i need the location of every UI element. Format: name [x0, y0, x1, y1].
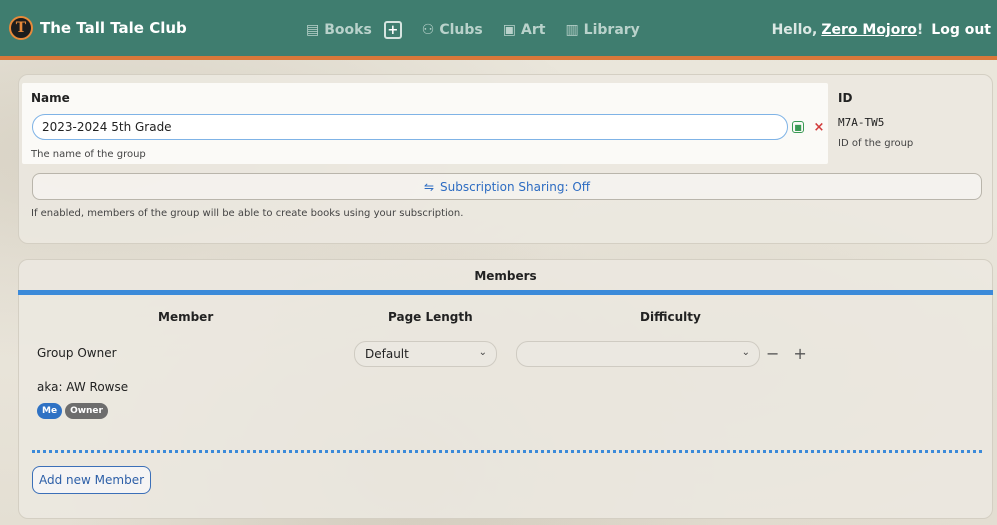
id-help-text: ID of the group: [838, 138, 914, 149]
name-label: Name: [31, 91, 70, 105]
subscription-sharing-toggle[interactable]: ⇋ Subscription Sharing: Off: [32, 173, 982, 200]
difficulty-select[interactable]: ⌄: [516, 341, 760, 367]
members-header: Members: [18, 259, 993, 292]
id-label: ID: [838, 91, 853, 105]
owner-badge: Owner: [65, 403, 108, 419]
members-tab-indicator: [18, 290, 993, 295]
book-icon: ▤: [306, 22, 320, 38]
page-length-select[interactable]: Default ⌄: [354, 341, 497, 367]
people-icon: ⚇: [421, 22, 435, 38]
nav-art[interactable]: ▣ Art: [503, 22, 546, 38]
nav-library-label: Library: [583, 22, 640, 38]
name-help-text: The name of the group: [31, 149, 146, 160]
library-icon: ▥: [565, 22, 579, 38]
nav-books[interactable]: ▤ Books: [306, 22, 372, 38]
add-member-button[interactable]: Add new Member: [32, 466, 151, 494]
minus-icon[interactable]: −: [766, 344, 779, 363]
brand[interactable]: T The Tall Tale Club: [9, 16, 187, 40]
members-title: Members: [474, 268, 537, 283]
column-page-length: Page Length: [388, 310, 473, 324]
add-book-button[interactable]: +: [383, 21, 402, 39]
sharing-off-icon: ⇋: [423, 179, 435, 194]
images-icon: ▣: [502, 22, 516, 38]
column-difficulty: Difficulty: [640, 310, 701, 324]
column-member: Member: [158, 310, 214, 324]
group-name-panel: Name 2023-2024 5th Grade ■ × The name of…: [22, 83, 828, 164]
plus-icon[interactable]: +: [793, 344, 806, 363]
user-area: Hello, Zero Mojoro ! Log out: [772, 0, 991, 60]
nav-library[interactable]: ▥ Library: [565, 22, 639, 38]
page-length-value: Default: [365, 347, 409, 361]
plus-icon: +: [387, 22, 399, 38]
nav-links: ▤ Books + ⚇ Clubs ▣ Art ▥ Library: [306, 0, 660, 60]
top-navbar: T The Tall Tale Club ▤ Books + ⚇ Clubs ▣…: [0, 0, 997, 60]
nav-books-label: Books: [324, 22, 372, 38]
member-aka: aka: AW Rowse: [37, 380, 129, 394]
greeting-text: Hello,: [771, 22, 818, 38]
nav-clubs-label: Clubs: [439, 22, 483, 38]
subscription-sharing-label: Subscription Sharing: Off: [440, 179, 591, 194]
nav-clubs[interactable]: ⚇ Clubs: [422, 22, 483, 38]
group-name-input[interactable]: 2023-2024 5th Grade: [32, 114, 788, 140]
brand-name: The Tall Tale Club: [40, 19, 187, 37]
name-actions: ■ ×: [792, 114, 834, 140]
divider: [32, 450, 982, 453]
member-badges: Me Owner: [37, 403, 111, 419]
nav-art-label: Art: [521, 22, 546, 38]
brand-logo: T: [9, 16, 33, 40]
close-icon[interactable]: ×: [810, 118, 828, 136]
difficulty-stepper: − +: [766, 344, 821, 363]
me-badge: Me: [37, 403, 63, 419]
chevron-down-icon: ⌄: [741, 347, 750, 358]
greeting-bang: !: [916, 22, 924, 38]
logout-link[interactable]: Log out: [931, 22, 991, 38]
subscription-help-text: If enabled, members of the group will be…: [31, 208, 464, 219]
chevron-down-icon: ⌄: [478, 347, 487, 358]
group-id-value: M7A-TW5: [838, 116, 885, 129]
member-name: Group Owner: [37, 346, 117, 360]
save-icon[interactable]: ■: [792, 121, 804, 133]
members-card: [18, 259, 993, 519]
user-profile-link[interactable]: Zero Mojoro: [821, 22, 917, 38]
